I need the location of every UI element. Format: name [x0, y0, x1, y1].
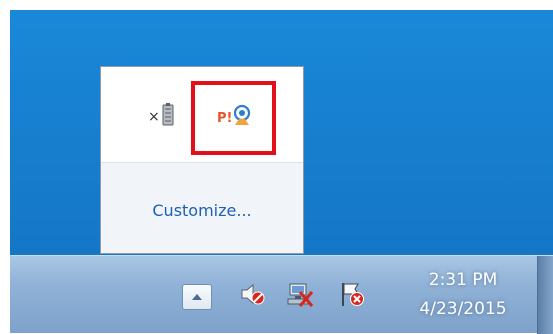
- panel-footer: Customize...: [101, 163, 303, 253]
- speaker-muted-icon[interactable]: [238, 280, 266, 308]
- overflow-icon-area: × P!: [101, 67, 303, 162]
- battery-prefix: ×: [148, 109, 160, 125]
- highlight-annotation: [191, 81, 276, 155]
- show-hidden-icons-button[interactable]: [182, 284, 212, 310]
- clock-time: 2:31 PM: [428, 270, 498, 290]
- system-clock[interactable]: 2:31 PM 4/23/2015: [408, 266, 518, 324]
- notification-overflow-panel: × P! Customize...: [100, 66, 304, 254]
- clock-date: 4/23/2015: [419, 299, 507, 319]
- screen: × P! Customize... 2:31 PM 4/23/2015: [0, 0, 553, 334]
- network-disconnected-icon[interactable]: [286, 280, 314, 308]
- show-desktop-edge[interactable]: [537, 256, 553, 334]
- taskbar: 2:31 PM 4/23/2015: [10, 255, 553, 334]
- chevron-up-icon: [192, 294, 202, 300]
- action-center-flag-error-icon[interactable]: [338, 280, 366, 308]
- customize-link[interactable]: Customize...: [101, 201, 303, 220]
- battery-icon[interactable]: ×: [147, 103, 181, 127]
